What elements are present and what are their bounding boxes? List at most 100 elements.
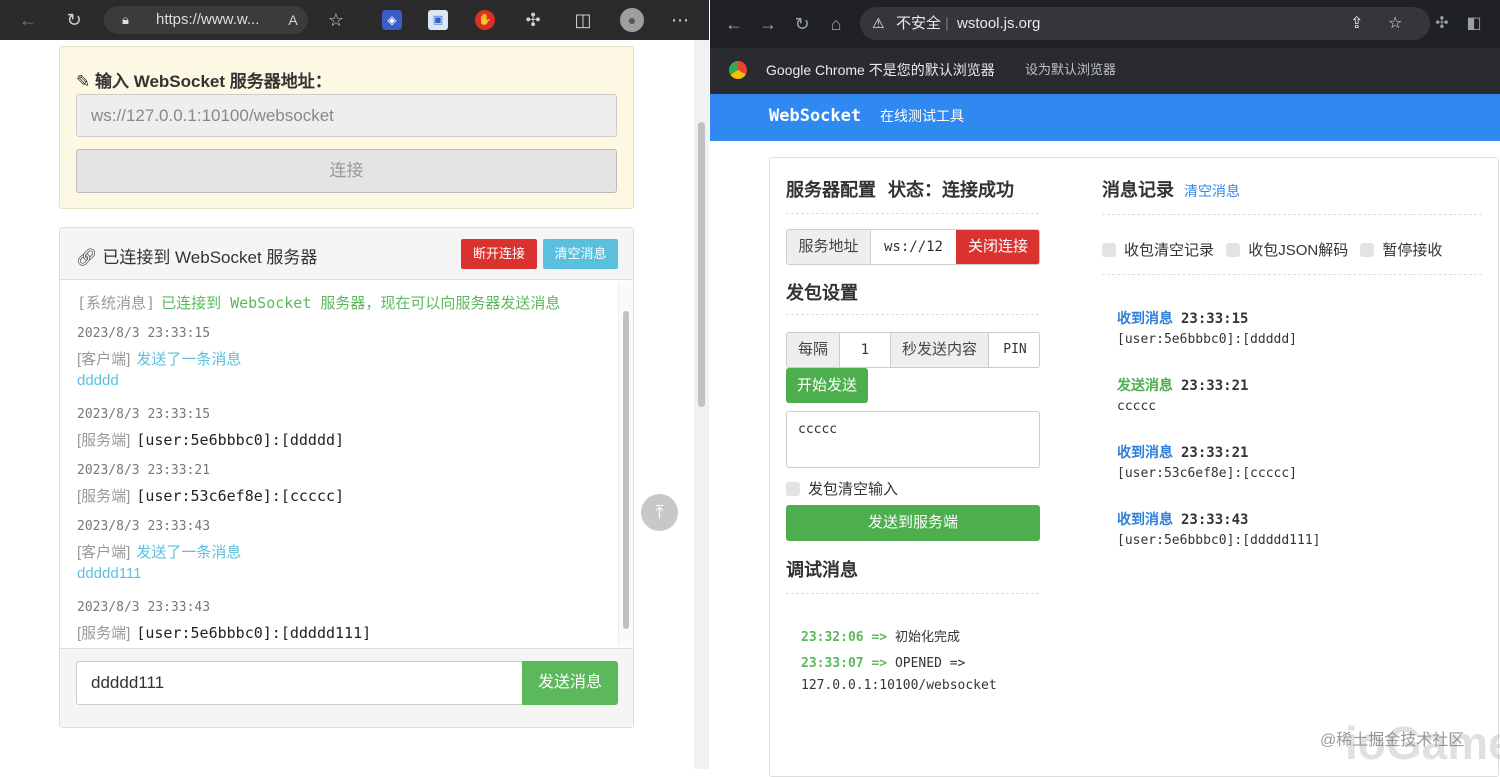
message-list-scrollbar[interactable] [618,281,633,647]
log-entry-text: [user:53c6ef8e]:[ccccc] [1117,466,1298,481]
start-send-button[interactable]: 开始发送 [786,368,868,403]
side-panel-icon[interactable]: ◧ [1462,4,1486,44]
more-menu-icon[interactable]: ⋯ [668,0,692,40]
infobar-text: Google Chrome 不是您的默认浏览器 [766,62,995,78]
log-entry-header: 收到消息 23:33:15 [1117,308,1248,328]
send-message-button[interactable]: 发送消息 [522,661,618,705]
back-icon[interactable]: ← [14,0,42,40]
site-brand[interactable]: WebSocket [769,94,861,138]
profile-avatar-icon[interactable]: ● [620,8,644,32]
page-scrollbar[interactable] [694,40,709,769]
forward-icon[interactable]: → [756,4,780,44]
divider [786,314,1039,315]
back-icon[interactable]: ← [722,4,746,44]
bookmark-star-icon[interactable]: ☆ [1388,7,1402,40]
message-text: 发送了一条消息 [136,351,242,368]
extension-hand-icon[interactable]: ✋ [475,10,495,30]
debug-title: 调试消息 [786,560,858,580]
right-address-bar[interactable]: ⚠ 不安全 | wstool.js.org ⇪ ☆ [860,7,1430,40]
reload-icon[interactable]: ↻ [60,0,88,40]
debug-time: 23:33:07 [801,656,864,671]
debug-line-continued: 127.0.0.1:10100/websocket [801,678,997,693]
message-tag: [系统消息] [77,294,156,312]
debug-arrow: => [871,656,888,671]
message-timestamp: 2023/8/3 23:33:21 [77,463,211,478]
server-config-title: 服务器配置 状态：连接成功 [786,176,1014,202]
split-screen-icon[interactable]: ◫ [571,0,595,40]
server-address-input[interactable]: ws://12 [871,230,956,264]
per-seconds-label: 秒发送内容 [891,333,989,367]
debug-text: OPENED => [894,656,966,671]
extensions-puzzle-icon[interactable]: ✣ [1430,4,1454,44]
left-browser-window: ← ↻ 🔒︎ https://www.w... A ☆ ◈ ▣ ✋ ✣ ◫ ● … [0,0,709,769]
checkbox[interactable] [1226,243,1241,257]
clipped-timestamp: 2023/8/3 23:33:06 [77,281,182,284]
debug-time: 23:32:06 [801,630,864,645]
read-aloud-icon[interactable]: A [283,0,303,40]
lock-icon: 🔒︎ [122,12,129,27]
message-input[interactable]: ddddd111 [76,661,522,705]
log-entry-text: [user:5e6bbbc0]:[ddddd] [1117,332,1298,347]
divider [1102,214,1482,215]
message-panel: 🔗︎ 已连接到 WebSocket 服务器 断开连接 清空消息 2023/8/3… [59,227,634,728]
checkbox[interactable] [1102,243,1116,257]
connect-button[interactable]: 连接 [76,149,617,193]
log-entry-text: ccccc [1117,399,1157,414]
checkbox[interactable] [1360,243,1375,257]
send-content-textarea[interactable]: ccccc [786,411,1040,468]
message-tag: [客户端] [77,544,131,561]
send-to-server-button[interactable]: 发送到服务端 [786,505,1040,541]
left-toolbar: ← ↻ 🔒︎ https://www.w... A ☆ ◈ ▣ ✋ ✣ ◫ ● … [0,0,709,40]
reload-icon[interactable]: ↻ [790,4,814,44]
checkbox[interactable] [786,482,800,496]
message-text: [user:53c6ef8e]:[ccccc] [136,487,345,505]
panel-title: 🔗︎ 已连接到 WebSocket 服务器 [76,243,317,268]
interval-input[interactable]: 1 [840,333,891,367]
left-page: ✎ 输入 WebSocket 服务器地址： ws://127.0.0.1:101… [0,40,709,769]
message-tag: [服务端] [77,625,131,642]
set-default-link[interactable]: 设为默认浏览器 [1025,48,1116,92]
log-option[interactable]: 收包清空记录 [1102,242,1214,259]
message-log-title: 消息记录 清空消息 [1102,176,1240,202]
extension-shield-icon[interactable]: ◈ [382,10,402,30]
log-entry-text: [user:5e6bbbc0]:[ddddd111] [1117,533,1321,548]
log-option-label: 收包JSON解码 [1248,242,1349,259]
right-url-text: wstool.js.org [957,15,1041,32]
connection-status: 状态：连接成功 [888,180,1014,200]
divider [786,213,1039,214]
extensions-puzzle-icon[interactable]: ✣ [521,0,545,40]
message-timestamp: 2023/8/3 23:33:15 [77,326,211,341]
log-option[interactable]: 收包JSON解码 [1226,242,1348,259]
site-subtitle: 在线测试工具 [880,108,964,124]
log-entry-type: 发送消息 [1117,377,1173,393]
close-connection-button[interactable]: 关闭连接 [956,230,1039,264]
clear-messages-button[interactable]: 清空消息 [543,239,618,269]
log-entry-header: 收到消息 23:33:43 [1117,509,1248,529]
extension-screen-icon[interactable]: ▣ [428,10,448,30]
log-options: 收包清空记录 收包JSON解码 暂停接收 [1102,239,1442,260]
message-text: [user:5e6bbbc0]:[ddddd111] [136,624,372,642]
left-address-bar[interactable]: 🔒︎ https://www.w... [104,6,308,34]
message-list: 2023/8/3 23:33:06 [系统消息] 已连接到 WebSocket 服… [60,281,633,647]
log-option[interactable]: 暂停接收 [1360,242,1442,259]
scrollbar-thumb[interactable] [698,122,705,407]
log-clear-link[interactable]: 清空消息 [1184,183,1240,199]
log-entry-time: 23:33:43 [1181,512,1249,528]
server-address-label: 服务地址 [787,230,871,264]
clear-after-send-option[interactable]: 发包清空输入 [786,478,898,499]
message-line: [服务端] [user:53c6ef8e]:[ccccc] [77,485,344,506]
back-to-top-icon[interactable]: ⤒ [641,494,678,531]
disconnect-button[interactable]: 断开连接 [461,239,537,269]
share-icon[interactable]: ⇪ [1350,7,1363,40]
log-entry-type: 收到消息 [1117,310,1173,326]
interval-content-input[interactable]: PIN [989,333,1039,367]
default-browser-infobar: Google Chrome 不是您的默认浏览器 设为默认浏览器 [710,48,1500,94]
websocket-url-input[interactable]: ws://127.0.0.1:10100/websocket [76,94,617,137]
home-icon[interactable]: ⌂ [824,4,848,44]
debug-line: 23:33:07 => OPENED => [801,656,965,671]
favorite-star-icon[interactable]: ☆ [324,0,348,40]
message-tag: [客户端] [77,351,131,368]
message-panel-header: 🔗︎ 已连接到 WebSocket 服务器 断开连接 清空消息 [60,228,633,280]
log-option-label: 暂停接收 [1382,242,1443,259]
scrollbar-thumb[interactable] [623,311,629,629]
